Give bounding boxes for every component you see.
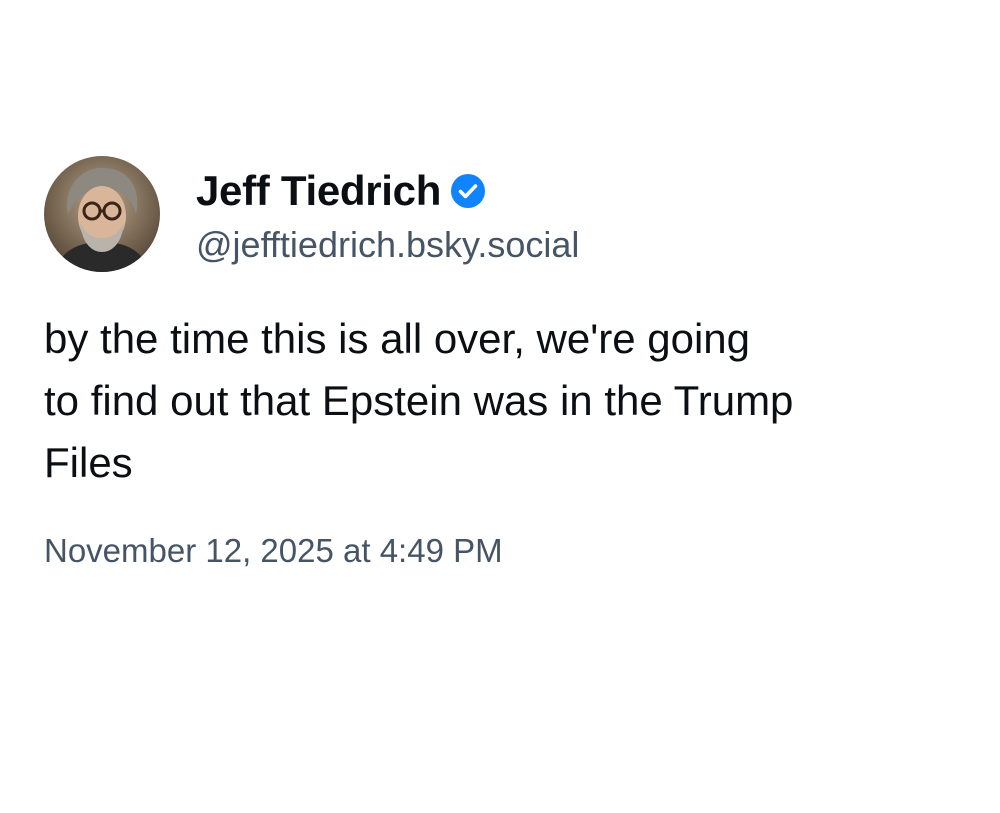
author-handle[interactable]: @jefftiedrich.bsky.social (196, 224, 579, 266)
post-card: Jeff Tiedrich @jefftiedrich.bsky.social … (44, 156, 964, 570)
post-header: Jeff Tiedrich @jefftiedrich.bsky.social (44, 156, 964, 272)
name-row: Jeff Tiedrich (196, 166, 579, 216)
avatar-photo-icon (44, 156, 160, 272)
author-identity: Jeff Tiedrich @jefftiedrich.bsky.social (196, 166, 579, 266)
post-text: by the time this is all over, we're goin… (44, 315, 794, 486)
verified-badge-icon (450, 173, 486, 209)
author-display-name[interactable]: Jeff Tiedrich (196, 167, 441, 215)
avatar[interactable] (44, 156, 160, 272)
post-timestamp[interactable]: November 12, 2025 at 4:49 PM (44, 532, 964, 570)
